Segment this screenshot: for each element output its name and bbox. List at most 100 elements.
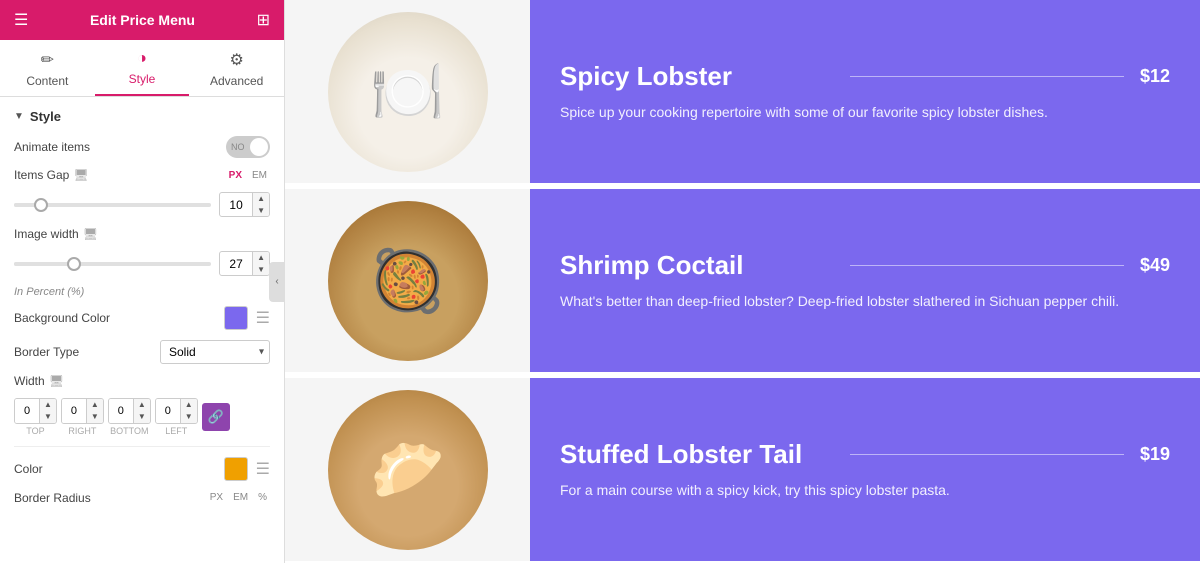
item-name: Spicy Lobster xyxy=(560,61,834,92)
border-radius-px-btn[interactable]: PX xyxy=(207,491,226,504)
border-radius-label: Border Radius xyxy=(14,491,91,505)
image-width-monitor-icon: 🖥 xyxy=(83,227,98,241)
color-controls: ☰ xyxy=(224,457,270,481)
collapse-arrow-icon[interactable]: ▼ xyxy=(14,111,24,122)
width-left-increment[interactable]: ▲ xyxy=(181,399,197,411)
image-width-track[interactable] xyxy=(14,262,211,266)
items-gap-thumb[interactable] xyxy=(34,198,48,212)
width-top-input[interactable] xyxy=(15,399,39,422)
menu-item-content: Shrimp Coctail $49 What's better than de… xyxy=(530,189,1200,372)
menu-item: Shrimp Coctail $49 What's better than de… xyxy=(285,189,1200,374)
bg-color-row: Background Color ☰ xyxy=(14,306,270,330)
grid-icon[interactable]: ⊞ xyxy=(257,10,270,30)
section-header: ▼ Style xyxy=(14,109,270,124)
animate-toggle[interactable]: NO xyxy=(226,136,270,158)
width-bottom-label: BOTTOM xyxy=(110,426,148,436)
width-top-decrement[interactable]: ▼ xyxy=(40,411,56,423)
item-price: $49 xyxy=(1140,255,1170,276)
border-radius-units: PX EM % xyxy=(207,491,270,504)
items-gap-stepper: ▲ ▼ xyxy=(252,193,269,216)
image-width-input-wrap: ▲ ▼ xyxy=(219,251,270,276)
item-name: Shrimp Coctail xyxy=(560,250,834,281)
width-bottom-input[interactable] xyxy=(109,399,133,422)
section-label: Style xyxy=(30,109,61,124)
width-link-button[interactable]: 🔗 xyxy=(202,403,230,431)
width-right-decrement[interactable]: ▼ xyxy=(87,411,103,423)
menu-item-image xyxy=(285,378,530,561)
top-bar: ☰ Edit Price Menu ⊞ xyxy=(0,0,284,40)
items-gap-label: Items Gap 🖥 xyxy=(14,168,89,182)
animate-items-row: Animate items NO xyxy=(14,136,270,158)
bg-color-swatch[interactable] xyxy=(224,306,248,330)
collapse-handle[interactable]: ‹ xyxy=(269,262,285,302)
border-type-select[interactable]: None Solid Dashed Dotted Double xyxy=(160,340,270,364)
style-tab-icon: ◑ xyxy=(137,50,147,68)
border-radius-pct-btn[interactable]: % xyxy=(255,491,270,504)
image-width-row: Image width 🖥 xyxy=(14,227,270,241)
menu-item-image xyxy=(285,189,530,372)
color-swatch[interactable] xyxy=(224,457,248,481)
image-width-input[interactable] xyxy=(220,255,252,273)
item-separator xyxy=(850,454,1124,455)
menu-item-image xyxy=(285,0,530,183)
right-panel: Spicy Lobster $12 Spice up your cooking … xyxy=(285,0,1200,563)
item-description: What's better than deep-fried lobster? D… xyxy=(560,291,1170,312)
in-percent-label: In Percent (%) xyxy=(14,286,270,298)
border-type-row: Border Type None Solid Dashed Dotted Dou… xyxy=(14,340,270,364)
items-gap-em-btn[interactable]: EM xyxy=(249,169,270,182)
color-row: Color ☰ xyxy=(14,457,270,481)
item-description: For a main course with a spicy kick, try… xyxy=(560,480,1170,501)
food-image xyxy=(328,12,488,172)
image-width-stepper: ▲ ▼ xyxy=(252,252,269,275)
items-gap-decrement[interactable]: ▼ xyxy=(253,205,269,217)
tab-content[interactable]: ✏ Content xyxy=(0,40,95,96)
item-header: Spicy Lobster $12 xyxy=(560,61,1170,92)
item-separator xyxy=(850,265,1124,266)
advanced-tab-icon: ⚙ xyxy=(230,50,244,70)
collapse-handle-icon: ‹ xyxy=(275,276,278,287)
items-gap-track[interactable] xyxy=(14,203,211,207)
width-left-decrement[interactable]: ▼ xyxy=(181,411,197,423)
bg-color-erase-icon[interactable]: ☰ xyxy=(256,308,270,328)
item-description: Spice up your cooking repertoire with so… xyxy=(560,102,1170,123)
border-type-select-wrap: None Solid Dashed Dotted Double xyxy=(160,340,270,364)
items-gap-units: PX EM xyxy=(226,169,270,182)
image-width-increment[interactable]: ▲ xyxy=(253,252,269,264)
tab-style[interactable]: ◑ Style xyxy=(95,40,190,96)
image-width-thumb[interactable] xyxy=(67,257,81,271)
width-bottom-increment[interactable]: ▲ xyxy=(134,399,150,411)
panel-body: ▼ Style Animate items NO Items Gap 🖥 PX … xyxy=(0,97,284,563)
width-row: Width 🖥 xyxy=(14,374,270,388)
color-erase-icon[interactable]: ☰ xyxy=(256,459,270,479)
menu-item: Spicy Lobster $12 Spice up your cooking … xyxy=(285,0,1200,185)
food-image xyxy=(328,390,488,550)
tab-advanced-label: Advanced xyxy=(210,74,263,88)
border-radius-em-btn[interactable]: EM xyxy=(230,491,251,504)
menu-item-content: Stuffed Lobster Tail $19 For a main cour… xyxy=(530,378,1200,561)
content-tab-icon: ✏ xyxy=(41,50,54,70)
menu-item-content: Spicy Lobster $12 Spice up your cooking … xyxy=(530,0,1200,183)
items-gap-increment[interactable]: ▲ xyxy=(253,193,269,205)
item-price: $19 xyxy=(1140,444,1170,465)
item-header: Stuffed Lobster Tail $19 xyxy=(560,439,1170,470)
tab-advanced[interactable]: ⚙ Advanced xyxy=(189,40,284,96)
menu-item: Stuffed Lobster Tail $19 For a main cour… xyxy=(285,378,1200,563)
animate-items-label: Animate items xyxy=(14,140,90,154)
food-image xyxy=(328,201,488,361)
left-panel: ☰ Edit Price Menu ⊞ ✏ Content ◑ Style ⚙ … xyxy=(0,0,285,563)
width-top-cell: ▲ ▼ TOP xyxy=(14,398,57,435)
image-width-decrement[interactable]: ▼ xyxy=(253,264,269,276)
width-label: Width 🖥 xyxy=(14,374,64,388)
width-bottom-decrement[interactable]: ▼ xyxy=(134,411,150,423)
width-right-label: RIGHT xyxy=(68,426,96,436)
items-gap-px-btn[interactable]: PX xyxy=(226,169,245,182)
width-left-input[interactable] xyxy=(156,399,180,422)
width-top-increment[interactable]: ▲ xyxy=(40,399,56,411)
hamburger-icon[interactable]: ☰ xyxy=(14,10,28,30)
items-gap-input[interactable] xyxy=(220,196,252,214)
width-right-input[interactable] xyxy=(62,399,86,422)
width-inputs: ▲ ▼ TOP ▲ ▼ RIGHT xyxy=(14,398,270,435)
border-radius-row: Border Radius PX EM % xyxy=(14,491,270,505)
bg-color-label: Background Color xyxy=(14,311,110,325)
width-right-increment[interactable]: ▲ xyxy=(87,399,103,411)
